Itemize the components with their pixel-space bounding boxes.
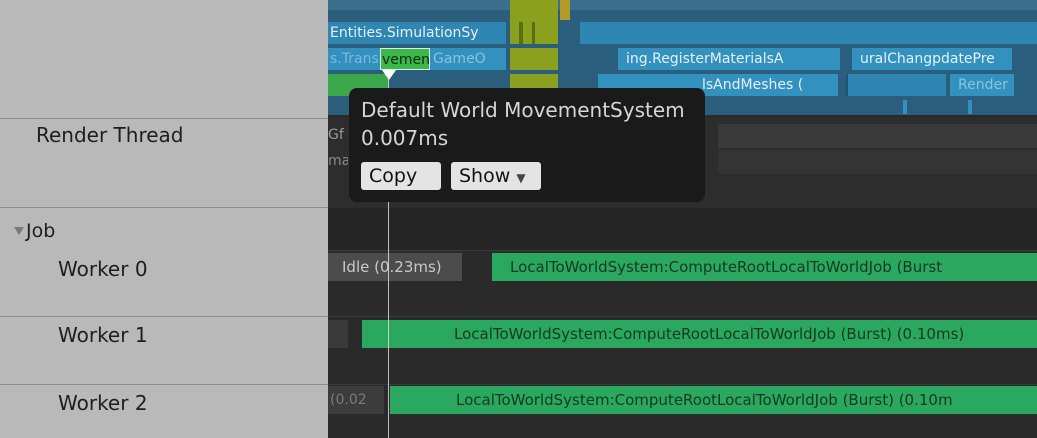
show-button-label: Show	[459, 165, 511, 187]
timeline-block	[532, 22, 535, 44]
timeline-block[interactable]: Entities.SimulationSy	[328, 22, 506, 44]
timeline-block[interactable]	[328, 0, 1037, 10]
timeline-block[interactable]: GameO	[430, 48, 506, 70]
worker-1-label[interactable]: Worker 1	[58, 323, 148, 347]
timeline-block[interactable]: s.Trans	[328, 48, 380, 70]
idle-block[interactable]: (0.02	[328, 386, 384, 414]
divider	[328, 384, 1037, 385]
timeline-block[interactable]: Gf	[328, 124, 346, 146]
divider	[0, 316, 328, 317]
timeline-block	[519, 22, 523, 44]
timeline-block[interactable]: ing.RegisterMaterialsA	[618, 48, 840, 70]
thread-sidebar: Render Thread Job Worker 0 Worker 1 Work…	[0, 0, 328, 438]
job-block[interactable]: LocalToWorldSystem:ComputeRootLocalToWor…	[492, 253, 1037, 281]
divider	[328, 250, 1037, 251]
timeline-block[interactable]	[510, 48, 558, 70]
worker-0-label[interactable]: Worker 0	[58, 257, 148, 281]
show-dropdown-button[interactable]: Show ▼	[451, 162, 541, 190]
worker-2-label[interactable]: Worker 2	[58, 391, 148, 415]
divider	[0, 118, 328, 119]
job-group-band	[328, 208, 1037, 250]
selection-marker-icon	[382, 70, 396, 80]
profiler-timeline[interactable]: Entities.SimulationSy s.Trans vemen Game…	[328, 0, 1037, 438]
selected-movement-block[interactable]: vemen	[380, 48, 430, 70]
timeline-block[interactable]	[580, 22, 1037, 44]
idle-block[interactable]: Idle (0.23ms)	[328, 253, 462, 281]
timeline-block[interactable]: ma	[328, 150, 348, 172]
chevron-down-icon: ▼	[516, 171, 526, 185]
timeline-block[interactable]	[718, 124, 1037, 148]
divider	[0, 384, 328, 385]
job-group-label[interactable]: Job	[26, 220, 55, 242]
timeline-block[interactable]	[560, 0, 570, 20]
tooltip-title: Default World MovementSystem	[361, 98, 685, 122]
job-block[interactable]: LocalToWorldSystem:ComputeRootLocalToWor…	[390, 386, 1037, 414]
job-block[interactable]: LocalToWorldSystem:ComputeRootLocalToWor…	[362, 320, 1037, 348]
timeline-block[interactable]	[718, 150, 1037, 174]
tooltip-duration: 0.007ms	[361, 126, 449, 150]
copy-button[interactable]: Copy	[361, 162, 441, 190]
timeline-block[interactable]	[846, 74, 946, 96]
idle-block[interactable]	[328, 320, 348, 348]
divider	[328, 316, 1037, 317]
sample-tooltip: Default World MovementSystem 0.007ms Cop…	[349, 88, 705, 202]
timeline-block	[903, 100, 907, 114]
expand-triangle-icon[interactable]	[14, 227, 24, 235]
timeline-block[interactable]: Render	[950, 74, 1014, 96]
copy-button-label: Copy	[369, 165, 418, 187]
timeline-block	[968, 100, 972, 114]
render-thread-label[interactable]: Render Thread	[36, 123, 184, 147]
timeline-block[interactable]: uralChangpdatePre	[852, 48, 1012, 70]
divider	[0, 207, 328, 208]
